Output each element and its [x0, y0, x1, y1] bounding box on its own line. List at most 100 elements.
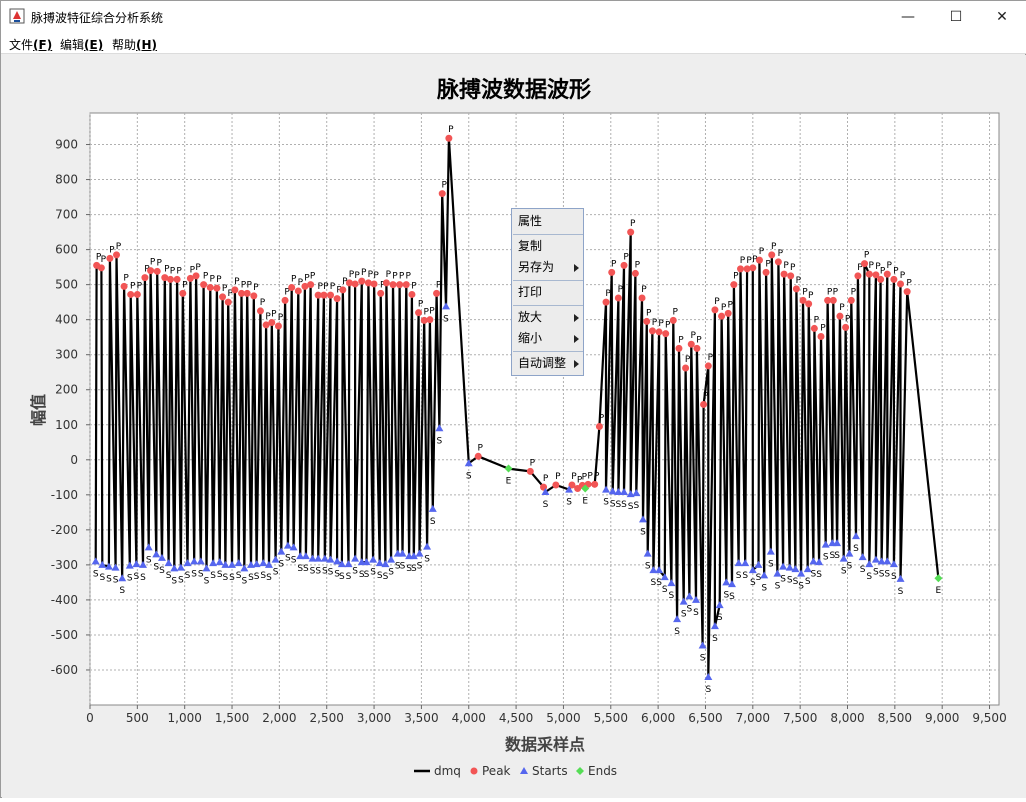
- peak-marker: [320, 291, 328, 299]
- start-label: S: [700, 653, 706, 663]
- peak-label: P: [665, 321, 671, 331]
- legend-start-swatch: [520, 767, 528, 774]
- peak-marker: [643, 317, 651, 325]
- start-label: S: [229, 573, 235, 583]
- start-label: S: [669, 591, 675, 601]
- peak-label: P: [641, 285, 647, 295]
- start-label: S: [315, 567, 321, 577]
- peak-label: P: [887, 261, 893, 271]
- peak-marker: [774, 258, 782, 266]
- ctx-auto-range[interactable]: 自动调整: [512, 353, 583, 374]
- peak-marker: [897, 280, 905, 288]
- menu-file-label: 文件: [9, 38, 34, 52]
- peak-marker: [627, 228, 635, 236]
- x-tick-label: 7,500: [783, 711, 817, 725]
- peak-label: P: [210, 274, 216, 284]
- submenu-arrow-icon: [574, 264, 579, 272]
- peak-marker: [805, 300, 813, 308]
- peak-label: P: [599, 414, 605, 424]
- legend-end-swatch: [576, 767, 584, 775]
- peak-label: P: [448, 125, 454, 135]
- end-label: E: [582, 497, 588, 507]
- menu-edit[interactable]: 编辑(E): [60, 36, 103, 53]
- submenu-arrow-icon: [574, 360, 579, 368]
- start-label: S: [303, 564, 309, 574]
- minimize-button[interactable]: —: [885, 1, 931, 32]
- legend-label: Peak: [482, 764, 511, 778]
- peak-marker: [737, 265, 745, 273]
- peak-label: P: [906, 279, 912, 289]
- menu-file[interactable]: 文件(F): [9, 36, 52, 53]
- chart-panel[interactable]: 脉搏波数据波形 0 500 1,000 1,500 2,000 2,500 3,000 3,5…: [2, 55, 1026, 798]
- peak-marker: [829, 296, 837, 304]
- peak-label: P: [783, 261, 789, 271]
- peak-label: P: [411, 281, 417, 291]
- peak-marker: [810, 324, 818, 332]
- close-button[interactable]: ✕: [979, 1, 1025, 32]
- peak-marker: [426, 316, 434, 324]
- peak-label: P: [246, 280, 252, 290]
- peak-marker: [730, 281, 738, 289]
- peak-marker: [250, 292, 258, 300]
- context-menu: 属性 复制 另存为 打印 放大 缩小 自动调整: [511, 208, 584, 376]
- maximize-button[interactable]: ☐: [933, 1, 979, 32]
- start-label: S: [687, 604, 693, 614]
- ctx-print[interactable]: 打印: [512, 282, 583, 303]
- peak-label: P: [727, 300, 733, 310]
- peak-marker: [817, 332, 825, 340]
- start-label: S: [370, 568, 376, 578]
- x-tick-label: 4,500: [499, 711, 533, 725]
- peak-marker: [339, 286, 347, 294]
- minimize-icon: —: [901, 8, 915, 25]
- title-bar[interactable]: 脉搏波特征综合分析系统 — ☐ ✕: [1, 1, 1026, 32]
- submenu-arrow-icon: [574, 314, 579, 322]
- start-label: S: [171, 576, 177, 586]
- peak-label: P: [839, 303, 845, 313]
- peak-marker: [877, 275, 885, 283]
- menu-edit-mnemonic: (E): [84, 38, 104, 52]
- start-label: S: [254, 572, 260, 582]
- start-label: S: [847, 562, 853, 572]
- ctx-separator: [513, 305, 583, 306]
- start-label: S: [266, 573, 272, 583]
- ctx-save-as[interactable]: 另存为: [512, 257, 583, 278]
- ctx-zoom-in[interactable]: 放大: [512, 307, 583, 328]
- peak-label: P: [543, 474, 549, 484]
- ctx-zoom-out[interactable]: 缩小: [512, 328, 583, 349]
- ctx-copy[interactable]: 复制: [512, 236, 583, 257]
- start-label: S: [328, 568, 334, 578]
- peak-label: P: [137, 281, 143, 291]
- peak-marker: [682, 364, 690, 372]
- peak-label: P: [234, 277, 240, 287]
- ctx-separator: [513, 280, 583, 281]
- start-label: S: [566, 498, 572, 508]
- legend-label: Ends: [588, 764, 617, 778]
- ctx-save-as-label: 另存为: [518, 260, 555, 274]
- peak-marker: [268, 318, 276, 326]
- legend-peak-swatch: [470, 767, 478, 775]
- y-tick-label: -500: [51, 628, 78, 642]
- start-label: S: [93, 569, 99, 579]
- ctx-zoom-out-label: 缩小: [518, 331, 543, 345]
- peak-label: P: [555, 472, 561, 482]
- menu-help[interactable]: 帮助(H): [112, 36, 157, 53]
- ctx-properties[interactable]: 属性: [512, 211, 583, 232]
- peak-label: P: [271, 309, 277, 319]
- peak-marker: [669, 316, 677, 324]
- waveform-chart[interactable]: 脉搏波数据波形 0 500 1,000 1,500 2,000 2,500 3,000 3,5…: [2, 55, 1026, 798]
- peak-marker: [638, 294, 646, 302]
- start-label: S: [278, 560, 284, 570]
- end-label: E: [506, 477, 512, 487]
- peak-label: P: [678, 335, 684, 345]
- peak-label: P: [176, 266, 182, 276]
- start-label: S: [400, 562, 406, 572]
- peak-label: P: [170, 266, 176, 276]
- window-title: 脉搏波特征综合分析系统: [31, 11, 164, 25]
- peak-marker: [693, 344, 701, 352]
- peak-label: P: [203, 272, 209, 282]
- ctx-separator: [513, 234, 583, 235]
- peak-marker: [106, 254, 114, 262]
- peak-marker: [903, 288, 911, 296]
- start-label: S: [140, 573, 146, 583]
- start-label: S: [466, 471, 472, 481]
